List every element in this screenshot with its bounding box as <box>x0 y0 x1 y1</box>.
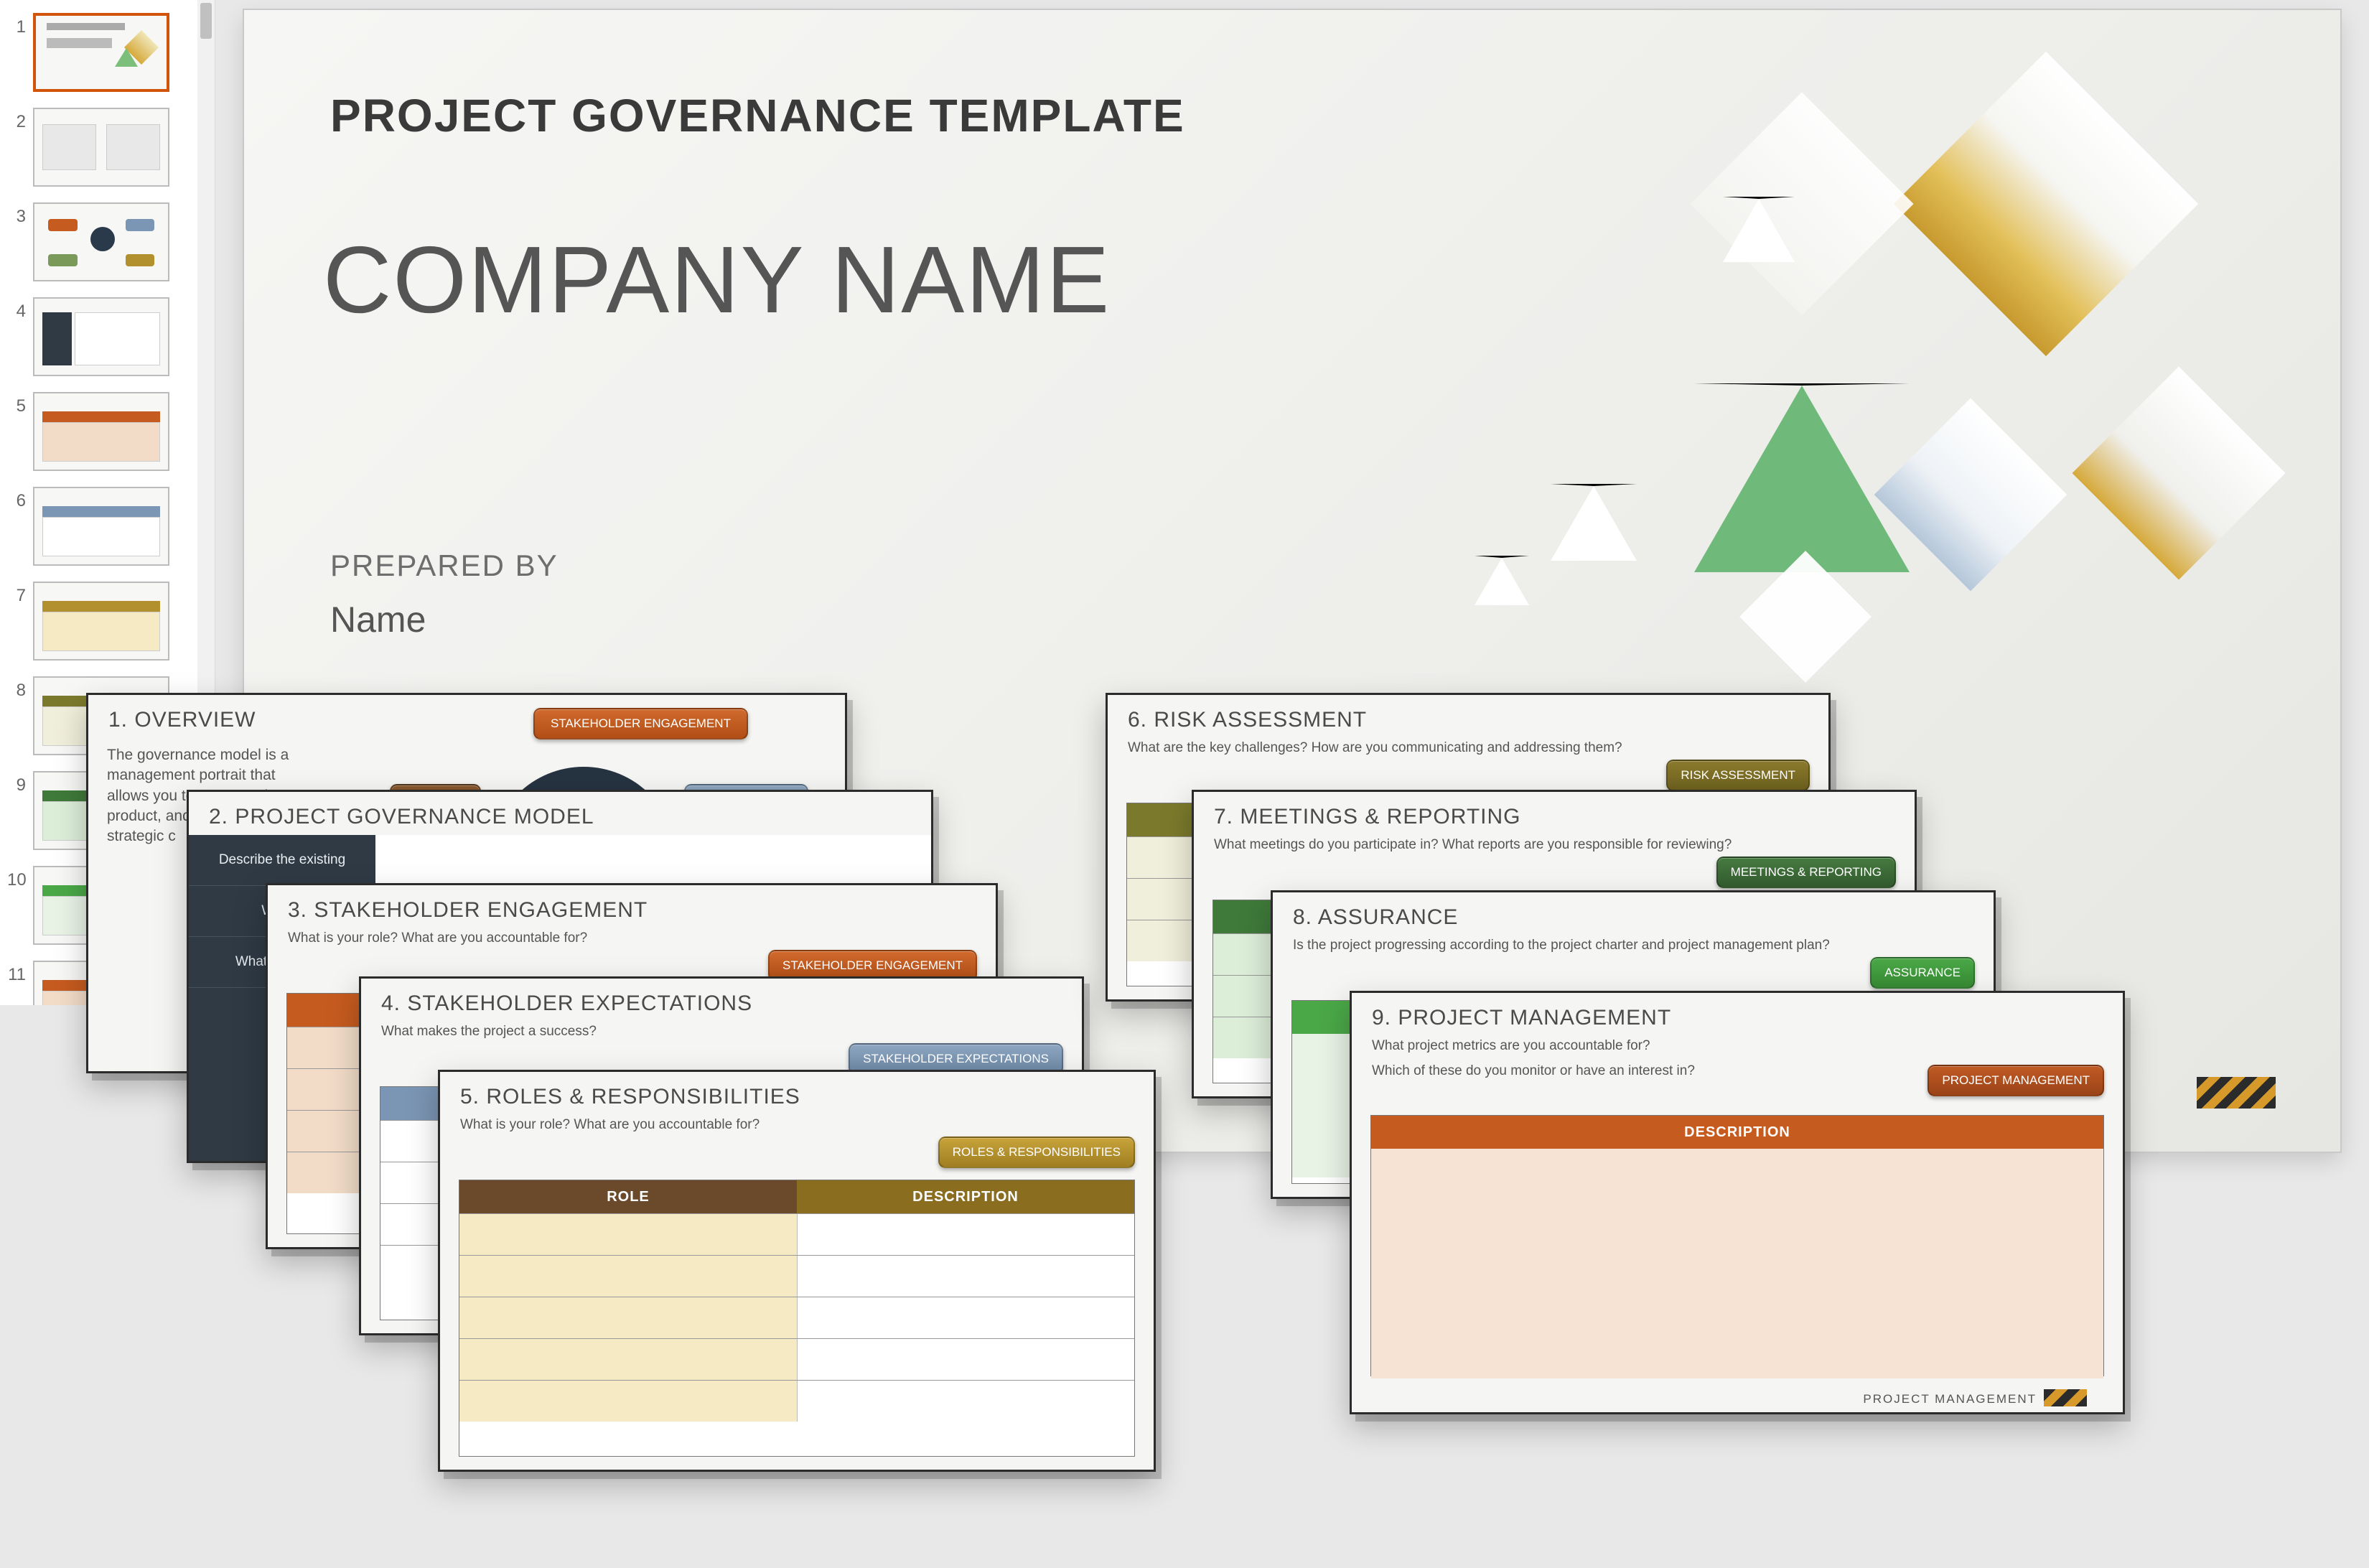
badge-risk: RISK ASSESSMENT <box>1666 760 1810 791</box>
gov-side-row: Describe the existing <box>189 835 375 886</box>
thumb-number: 4 <box>7 297 26 322</box>
thumb-row-7[interactable]: 7 <box>7 582 207 661</box>
thumb-row-1[interactable]: 1 <box>7 13 207 92</box>
badge-project-management: PROJECT MANAGEMENT <box>1928 1065 2104 1096</box>
slide-thumbnail-7[interactable] <box>33 582 169 661</box>
thumb-number: 9 <box>7 771 26 795</box>
badge-stakeholder-engagement: STAKEHOLDER ENGAGEMENT <box>533 708 748 739</box>
card-subtitle-1: What project metrics are you accountable… <box>1352 1033 2123 1063</box>
badge-roles: ROLES & RESPONSIBILITIES <box>938 1137 1135 1168</box>
card-title: 4. STAKEHOLDER EXPECTATIONS <box>361 979 1082 1019</box>
thumb-number: 11 <box>7 961 26 985</box>
footer-stripe-icon <box>2044 1389 2087 1406</box>
table-header-description: DESCRIPTION <box>1371 1116 2103 1149</box>
card-footer-label: PROJECT MANAGEMENT <box>1863 1392 2037 1406</box>
thumb-number: 3 <box>7 202 26 227</box>
prepared-by-name: Name <box>330 599 426 640</box>
company-name: COMPANY NAME <box>323 225 1111 334</box>
thumb-number: 2 <box>7 108 26 132</box>
table-header-description: DESCRIPTION <box>797 1180 1134 1213</box>
thumb-number: 7 <box>7 582 26 606</box>
footer-stripe-icon <box>2197 1077 2276 1109</box>
decorative-diamonds <box>1307 39 2312 721</box>
slide-thumbnail-2[interactable] <box>33 108 169 187</box>
card-title: 9. PROJECT MANAGEMENT <box>1352 993 2123 1033</box>
thumb-row-2[interactable]: 2 <box>7 108 207 187</box>
slide-title: PROJECT GOVERNANCE TEMPLATE <box>330 89 1185 142</box>
card-title: 7. MEETINGS & REPORTING <box>1194 792 1915 832</box>
thumb-number: 1 <box>7 13 26 37</box>
badge-meetings: MEETINGS & REPORTING <box>1716 857 1896 888</box>
card-table: ROLE DESCRIPTION <box>459 1180 1135 1457</box>
thumb-number: 8 <box>7 676 26 701</box>
slide-thumbnail-3[interactable] <box>33 202 169 281</box>
slide-thumbnail-4[interactable] <box>33 297 169 376</box>
thumb-number: 10 <box>7 866 26 890</box>
prepared-by-label: PREPARED BY <box>330 549 559 583</box>
card-project-management[interactable]: 9. PROJECT MANAGEMENT What project metri… <box>1350 991 2125 1414</box>
card-title: 6. RISK ASSESSMENT <box>1108 695 1828 735</box>
card-roles-responsibilities[interactable]: 5. ROLES & RESPONSIBILITIES What is your… <box>438 1070 1156 1472</box>
slide-thumbnail-6[interactable] <box>33 487 169 566</box>
badge-assurance: ASSURANCE <box>1870 957 1975 989</box>
card-table: DESCRIPTION <box>1370 1115 2104 1376</box>
thumb-row-5[interactable]: 5 <box>7 392 207 471</box>
card-title: 2. PROJECT GOVERNANCE MODEL <box>189 792 931 832</box>
card-title: 3. STAKEHOLDER ENGAGEMENT <box>268 885 996 925</box>
thumb-row-6[interactable]: 6 <box>7 487 207 566</box>
thumb-number: 5 <box>7 392 26 416</box>
slide-thumbnail-5[interactable] <box>33 392 169 471</box>
card-title: 5. ROLES & RESPONSIBILITIES <box>440 1072 1154 1112</box>
card-title: 8. ASSURANCE <box>1273 892 1994 933</box>
thumb-number: 6 <box>7 487 26 511</box>
table-header-role: ROLE <box>459 1180 797 1213</box>
thumb-row-3[interactable]: 3 <box>7 202 207 281</box>
slide-thumbnail-1[interactable] <box>33 13 169 92</box>
thumb-row-4[interactable]: 4 <box>7 297 207 376</box>
